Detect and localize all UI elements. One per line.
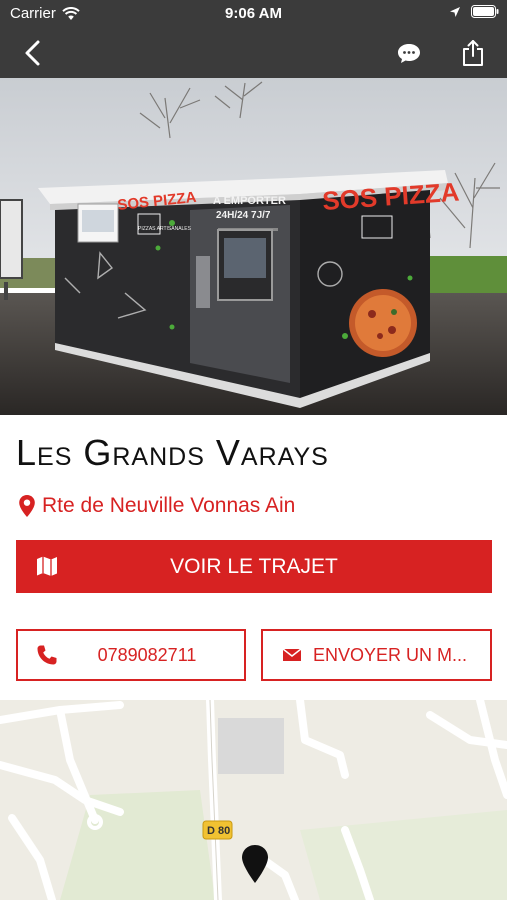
- send-message-label: ENVOYER UN M...: [313, 644, 468, 665]
- place-title: Les Grands Varays: [16, 432, 329, 473]
- kiosk-line-1: PIZZAS: [226, 181, 265, 193]
- kiosk-line-2: A EMPORTER: [213, 195, 286, 207]
- address-text: Rte de Neuville Vonnas Ain: [42, 494, 296, 517]
- share-icon[interactable]: [460, 38, 486, 68]
- hero-photo: SOS PIZZA SOS PIZZA PIZZAS A EMPORTER 24…: [0, 78, 507, 415]
- map-canvas: D 80: [0, 700, 507, 900]
- battery-icon: [471, 5, 499, 18]
- route-button[interactable]: VOIR LE TRAJET: [16, 540, 492, 593]
- location-pin-icon[interactable]: [242, 845, 268, 883]
- envelope-icon: [282, 648, 302, 661]
- address-link[interactable]: Rte de Neuville Vonnas Ain: [18, 494, 295, 518]
- call-button[interactable]: 0789082711: [16, 629, 246, 681]
- status-time: 9:06 AM: [225, 5, 282, 22]
- location-arrow-icon: [450, 6, 460, 17]
- status-right: [449, 5, 499, 18]
- status-bar: Carrier 9:06 AM: [0, 0, 507, 28]
- kiosk-side-label: PIZZAS ARTISANALES: [138, 226, 192, 232]
- send-message-button[interactable]: ENVOYER UN M...: [261, 629, 492, 681]
- route-button-label: VOIR LE TRAJET: [170, 554, 338, 578]
- map-icon: [37, 556, 57, 576]
- kiosk-photo: SOS PIZZA SOS PIZZA PIZZAS A EMPORTER 24…: [0, 78, 507, 415]
- map-pin-icon: [19, 495, 35, 517]
- chat-bubble-icon[interactable]: [396, 40, 422, 66]
- phone-icon: [37, 645, 57, 665]
- phone-number: 0789082711: [97, 644, 197, 665]
- road-label: D 80: [207, 825, 230, 837]
- map-view[interactable]: D 80: [0, 700, 507, 900]
- back-chevron-icon[interactable]: [18, 38, 48, 68]
- kiosk-line-3: 24H/24 7J/7: [216, 210, 271, 221]
- top-bar: Carrier 9:06 AM: [0, 0, 507, 78]
- nav-bar: [0, 28, 507, 78]
